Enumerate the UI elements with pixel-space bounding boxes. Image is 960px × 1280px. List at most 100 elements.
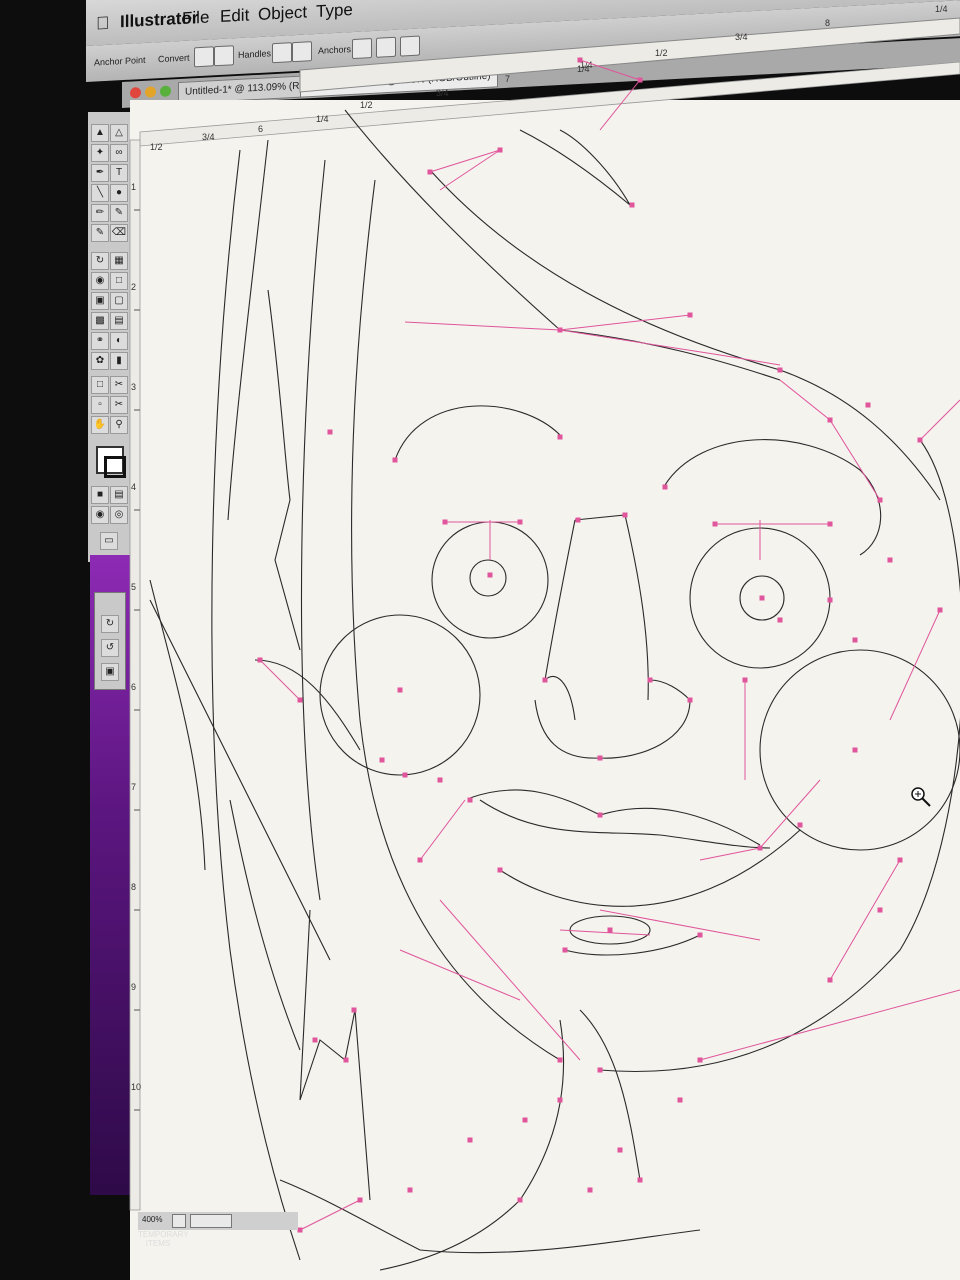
anchor-point[interactable] — [937, 607, 943, 613]
anchor-point[interactable] — [427, 169, 433, 175]
zoom-level[interactable]: 400% — [142, 1215, 162, 1224]
anchor-point[interactable] — [827, 417, 833, 423]
anchor-point[interactable] — [557, 434, 563, 440]
anchor-point[interactable] — [437, 777, 443, 783]
anchor-point[interactable] — [297, 697, 303, 703]
status-bar: 400% — [138, 1212, 298, 1230]
ruler-tick: 8 — [131, 882, 136, 892]
anchor-point[interactable] — [327, 429, 333, 435]
ruler-tick: 6 — [131, 682, 136, 692]
ruler-tick: 1/4 — [316, 114, 329, 124]
anchor-point[interactable] — [742, 677, 748, 683]
anchor-point[interactable] — [343, 1057, 349, 1063]
anchor-point[interactable] — [852, 747, 858, 753]
anchor-point[interactable] — [397, 687, 403, 693]
anchor-point[interactable] — [257, 657, 263, 663]
anchor-point[interactable] — [407, 1187, 413, 1193]
anchor-point[interactable] — [887, 557, 893, 563]
anchor-point[interactable] — [417, 857, 423, 863]
anchor-point[interactable] — [647, 677, 653, 683]
anchor-point[interactable] — [351, 1007, 357, 1013]
anchor-point[interactable] — [697, 932, 703, 938]
ruler-tick: 3/4 — [202, 132, 215, 142]
anchor-point[interactable] — [497, 867, 503, 873]
anchor-point[interactable] — [917, 437, 923, 443]
ruler-tick: 7 — [505, 74, 510, 84]
anchor-point[interactable] — [877, 497, 883, 503]
anchor-point[interactable] — [622, 512, 628, 518]
anchor-point[interactable] — [777, 367, 783, 373]
screen:  Illustrator File Edit Object Type Anch… — [0, 0, 960, 1280]
ruler-tick: 1/2 — [360, 100, 373, 110]
anchor-point[interactable] — [562, 947, 568, 953]
ruler-tick: 10 — [131, 1082, 141, 1092]
anchor-point[interactable] — [517, 519, 523, 525]
anchor-point[interactable] — [597, 1067, 603, 1073]
anchor-point[interactable] — [897, 857, 903, 863]
anchor-point[interactable] — [402, 772, 408, 778]
anchor-point[interactable] — [597, 812, 603, 818]
anchor-point[interactable] — [777, 617, 783, 623]
anchor-point[interactable] — [697, 1057, 703, 1063]
desktop-folder[interactable]: TEMPORARY ITEMS — [138, 1230, 189, 1270]
anchor-point[interactable] — [617, 1147, 623, 1153]
outline-artwork: 1/4 1/2 3/4 8 1/4 1/4 3/4 7 1/4 1/2 6 3/… — [129, 4, 960, 1271]
anchor-point[interactable] — [712, 521, 718, 527]
anchor-point[interactable] — [542, 677, 548, 683]
anchor-point[interactable] — [379, 757, 385, 763]
anchor-point[interactable] — [442, 519, 448, 525]
anchor-point[interactable] — [312, 1037, 318, 1043]
anchor-point[interactable] — [392, 457, 398, 463]
anchor-point[interactable] — [662, 484, 668, 490]
anchor-point[interactable] — [607, 927, 613, 933]
top-ruler: 1/4 1/2 3/4 8 1/4 1/4 3/4 7 1/4 1/2 6 3/… — [139, 4, 960, 152]
ruler-tick: 2 — [131, 282, 136, 292]
anchor-point[interactable] — [557, 1057, 563, 1063]
artboard-nav[interactable] — [190, 1214, 232, 1228]
anchor-point[interactable] — [357, 1197, 363, 1203]
ruler-tick: 1/2 — [150, 142, 163, 152]
anchor-point[interactable] — [827, 977, 833, 983]
anchor-point[interactable] — [797, 822, 803, 828]
anchor-point[interactable] — [557, 1097, 563, 1103]
anchor-point[interactable] — [597, 755, 603, 761]
anchor-point[interactable] — [759, 595, 765, 601]
anchor-point[interactable] — [577, 57, 583, 63]
black-paths — [149, 109, 960, 1271]
anchor-point[interactable] — [852, 637, 858, 643]
ruler-tick: 1/4 — [935, 4, 948, 14]
ruler-tick: 4 — [131, 482, 136, 492]
anchor-point[interactable] — [827, 521, 833, 527]
ruler-tick: 1/2 — [655, 48, 668, 58]
ruler-tick: 3 — [131, 382, 136, 392]
ruler-tick: 3/4 — [735, 32, 748, 42]
anchor-point[interactable] — [497, 147, 503, 153]
ruler-tick: 7 — [131, 782, 136, 792]
ruler-tick: 8 — [825, 18, 830, 28]
anchor-point[interactable] — [865, 402, 871, 408]
anchor-point[interactable] — [637, 77, 643, 83]
anchor-point[interactable] — [629, 202, 635, 208]
anchor-point[interactable] — [687, 697, 693, 703]
anchor-point[interactable] — [677, 1097, 683, 1103]
zoom-dropdown[interactable] — [172, 1214, 186, 1228]
anchor-point[interactable] — [467, 797, 473, 803]
anchor-point[interactable] — [517, 1197, 523, 1203]
anchor-point[interactable] — [637, 1177, 643, 1183]
ruler-tick: 9 — [131, 982, 136, 992]
anchor-point[interactable] — [467, 1137, 473, 1143]
ruler-tick: 6 — [258, 124, 263, 134]
ruler-tick: 1 — [131, 182, 136, 192]
ruler-tick: 5 — [131, 582, 136, 592]
anchor-point[interactable] — [522, 1117, 528, 1123]
anchor-point[interactable] — [757, 845, 763, 851]
anchor-point[interactable] — [687, 312, 693, 318]
anchor-point[interactable] — [587, 1187, 593, 1193]
anchor-point[interactable] — [827, 597, 833, 603]
anchor-point[interactable] — [877, 907, 883, 913]
anchor-point[interactable] — [575, 517, 581, 523]
anchor-point[interactable] — [487, 572, 493, 578]
anchor-points — [257, 57, 943, 1233]
anchor-point[interactable] — [557, 327, 563, 333]
anchor-point[interactable] — [297, 1227, 303, 1233]
